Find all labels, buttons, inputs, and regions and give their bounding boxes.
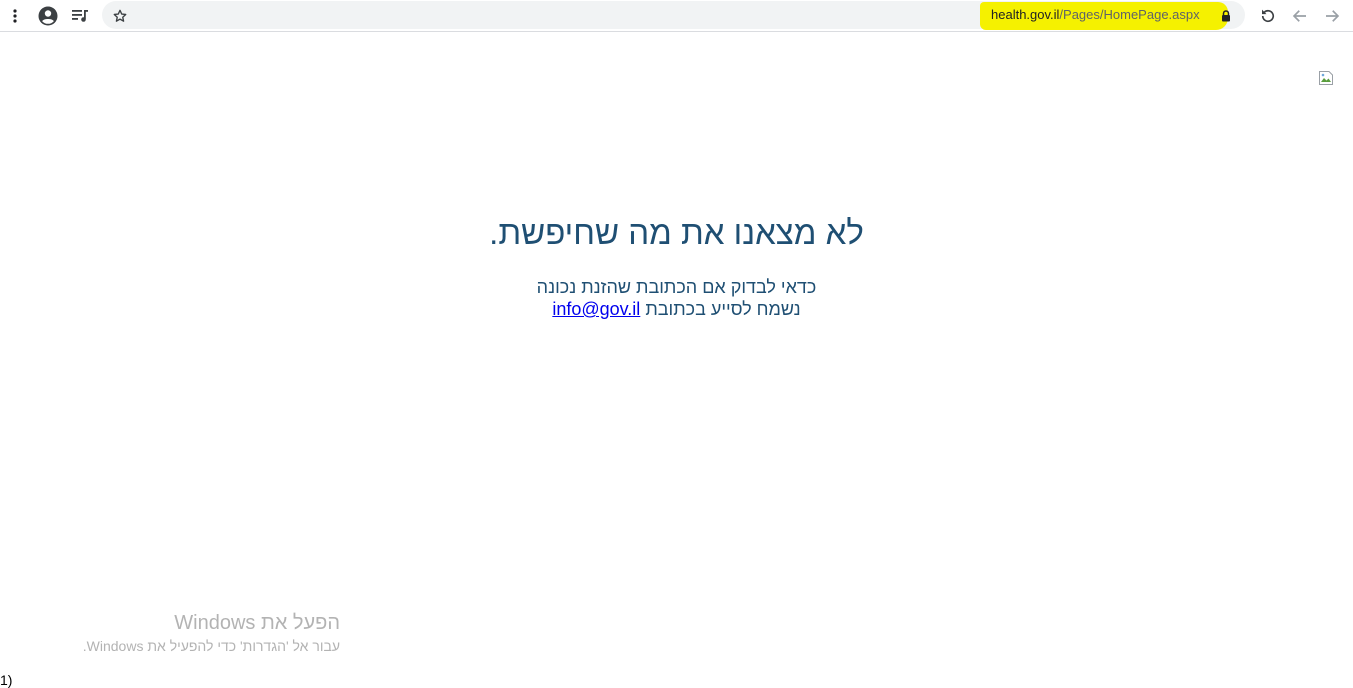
help-message: נשמח לסייע בכתובת info@gov.il — [0, 299, 1353, 320]
help-prefix: נשמח לסייע בכתובת — [645, 299, 801, 319]
arrow-back-icon[interactable] — [1289, 5, 1311, 27]
star-icon[interactable] — [109, 5, 131, 27]
url-path: /Pages/HomePage.aspx — [1059, 7, 1200, 22]
media-queue-icon[interactable] — [69, 5, 91, 27]
account-circle-icon[interactable] — [37, 5, 59, 27]
kebab-menu-icon[interactable] — [4, 5, 26, 27]
help-text: נשמח לסייע בכתובת info@gov.il — [552, 299, 800, 320]
page-title: לא מצאנו את מה שחיפשת. — [0, 214, 1353, 252]
corner-label: 1) — [0, 672, 13, 688]
email-link[interactable]: info@gov.il — [552, 299, 640, 319]
lock-icon[interactable] — [1221, 9, 1231, 22]
windows-activation-title: הפעל את Windows — [174, 612, 340, 634]
windows-activation-subtitle: עבור אל 'הגדרות' כדי להפעיל את Windows. — [82, 638, 340, 654]
url-domain: health.gov.il — [991, 7, 1060, 22]
check-address-text: כדאי לבדוק אם הכתובת שהזנת נכונה — [536, 277, 817, 297]
page-title-text: לא מצאנו את מה שחיפשת. — [489, 214, 864, 251]
broken-image-icon — [1318, 70, 1334, 86]
browser-toolbar: health.gov.il/Pages/HomePage.aspx — [0, 0, 1353, 32]
url-text[interactable]: health.gov.il/Pages/HomePage.aspx — [991, 7, 1200, 22]
reload-icon[interactable] — [1257, 5, 1279, 27]
check-address-message: כדאי לבדוק אם הכתובת שהזנת נכונה — [0, 277, 1353, 298]
arrow-forward-icon[interactable] — [1321, 5, 1343, 27]
